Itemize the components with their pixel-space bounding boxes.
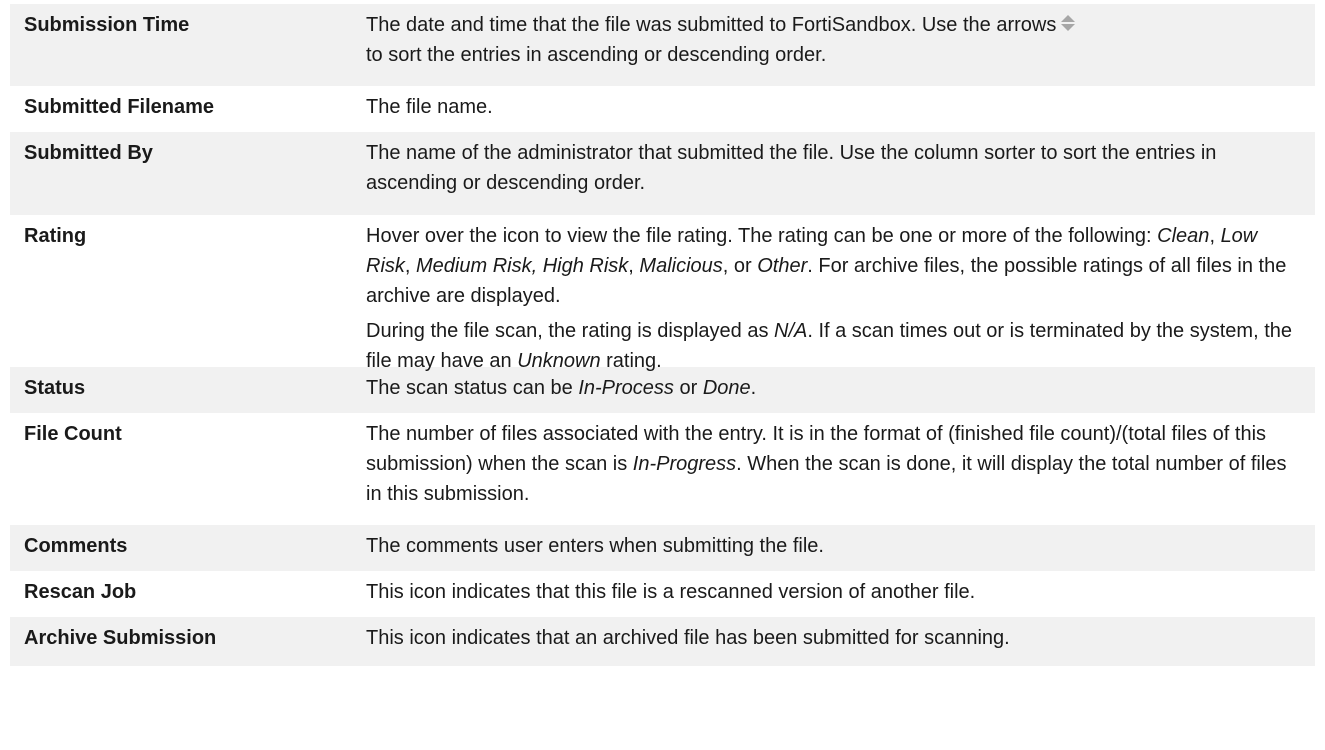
description-text: During the file scan, the rating is disp…: [366, 320, 774, 342]
table-row: Submitted Filename The file name.: [10, 86, 1315, 132]
table-row: Comments The comments user enters when s…: [10, 525, 1315, 571]
sort-arrows-icon: [1060, 14, 1076, 32]
status-in-progress: In-Progress: [632, 453, 737, 475]
term-cell: Archive Submission: [24, 627, 217, 649]
field-description-table: Submission Time The date and time that t…: [10, 4, 1315, 666]
rating-medium-high-risk: Medium Risk, High Risk: [416, 255, 629, 277]
table-row: Archive Submission This icon indicates t…: [10, 617, 1315, 666]
description-text: to sort the entries in ascending or desc…: [366, 44, 827, 66]
separator: or: [673, 377, 703, 399]
description-cell: The number of files associated with the …: [350, 413, 1315, 525]
rating-other: Other: [757, 255, 808, 277]
term-cell: Submission Time: [24, 14, 190, 36]
table-row: Rescan Job This icon indicates that this…: [10, 571, 1315, 617]
term-cell: Submitted By: [24, 142, 153, 164]
rating-malicious: Malicious: [639, 255, 723, 277]
table-row: Submission Time The date and time that t…: [10, 4, 1315, 86]
separator: .: [750, 377, 757, 399]
term-cell: Status: [24, 377, 86, 399]
term-cell: Submitted Filename: [24, 96, 215, 118]
description-text: Hover over the icon to view the file rat…: [366, 225, 1158, 247]
description-cell: Hover over the icon to view the file rat…: [350, 215, 1315, 372]
rating-clean: Clean: [1157, 225, 1210, 247]
description-paragraph: Hover over the icon to view the file rat…: [366, 221, 1301, 311]
description-cell: The name of the administrator that submi…: [366, 142, 1217, 194]
status-in-process: In-Process: [578, 377, 674, 399]
table-row: Status The scan status can be In-Process…: [10, 367, 1315, 413]
description-cell: The comments user enters when submitting…: [366, 535, 824, 557]
description-text: The date and time that the file was subm…: [366, 14, 1057, 36]
term-cell: Rescan Job: [24, 581, 137, 603]
description-cell: The file name.: [366, 96, 493, 118]
separator: ,: [1209, 225, 1221, 247]
term-cell: Rating: [24, 225, 87, 247]
description-cell: This icon indicates that this file is a …: [366, 581, 976, 603]
separator: ,: [628, 255, 640, 277]
description-text: The scan status can be: [366, 377, 579, 399]
table-row: Rating Hover over the icon to view the f…: [10, 215, 1315, 372]
description-cell: The date and time that the file was subm…: [350, 4, 1315, 86]
table-row: File Count The number of files associate…: [10, 413, 1315, 525]
term-cell: Comments: [24, 535, 128, 557]
separator: , or: [722, 255, 758, 277]
description-cell: This icon indicates that an archived fil…: [366, 627, 1010, 649]
table-row: Submitted By The name of the administrat…: [10, 132, 1315, 215]
description-cell: The scan status can be In-Process or Don…: [350, 367, 1315, 413]
rating-na: N/A: [774, 320, 808, 342]
status-done: Done: [702, 377, 751, 399]
term-cell: File Count: [24, 423, 122, 445]
separator: ,: [404, 255, 417, 277]
